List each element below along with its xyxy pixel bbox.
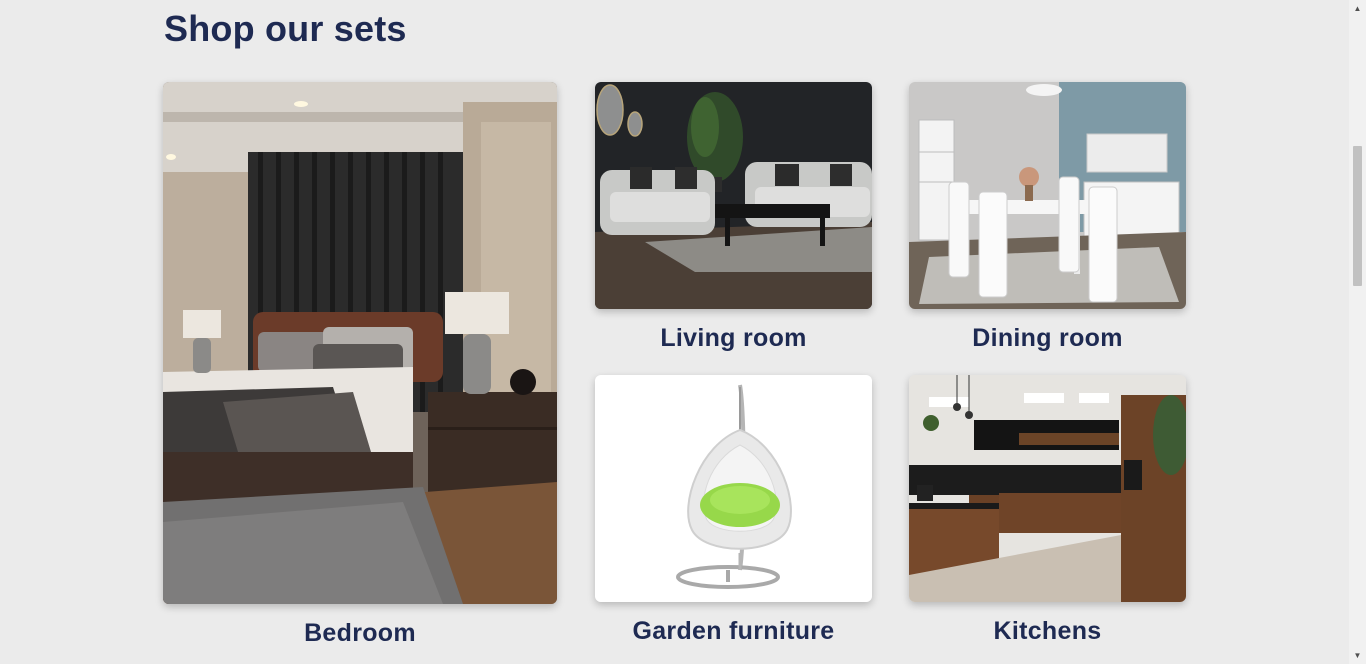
page: Shop our sets Bedroom Living room Dining… (0, 0, 1366, 664)
bedroom-image[interactable] (163, 82, 557, 604)
set-label-garden-furniture[interactable]: Garden furniture (595, 617, 872, 646)
set-label-living-room[interactable]: Living room (595, 324, 872, 353)
set-label-kitchens[interactable]: Kitchens (909, 617, 1186, 646)
scroll-down-arrow-icon[interactable]: ▼ (1349, 647, 1366, 664)
set-card-kitchens[interactable]: Kitchens (909, 375, 1186, 655)
scroll-thumb[interactable] (1353, 146, 1362, 286)
dining-room-image[interactable] (909, 82, 1186, 309)
garden-furniture-image[interactable] (595, 375, 872, 602)
set-card-garden-furniture[interactable]: Garden furniture (595, 375, 872, 655)
set-label-dining-room[interactable]: Dining room (909, 324, 1186, 353)
living-room-image[interactable] (595, 82, 872, 309)
set-card-living-room[interactable]: Living room (595, 82, 872, 362)
kitchens-image[interactable] (909, 375, 1186, 602)
vertical-scrollbar[interactable]: ▲ ▼ (1349, 0, 1366, 664)
section-title: Shop our sets (164, 8, 407, 49)
scroll-up-arrow-icon[interactable]: ▲ (1349, 0, 1366, 17)
set-label-bedroom[interactable]: Bedroom (163, 619, 557, 648)
set-card-dining-room[interactable]: Dining room (909, 82, 1186, 362)
set-card-bedroom[interactable]: Bedroom (163, 82, 557, 662)
